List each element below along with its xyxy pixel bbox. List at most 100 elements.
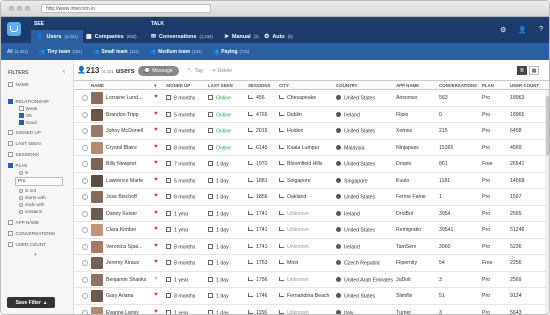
avatar[interactable] — [91, 158, 103, 170]
collapse-chevron-icon[interactable]: ‹ — [63, 69, 65, 75]
delete-button[interactable]: ✕ Delete — [212, 68, 232, 74]
row-select-radio[interactable] — [82, 95, 88, 101]
tab-auto[interactable]: ⚙ Auto (8) — [259, 30, 298, 43]
settings-gear-icon[interactable]: ⚙ — [500, 26, 506, 34]
avatar[interactable] — [91, 273, 103, 286]
filter-sessions[interactable]: Sessions — [8, 152, 39, 157]
tab-manual[interactable]: ➤ Manual (3) — [219, 30, 264, 43]
table-row[interactable]: Lawrence Marte ♥ 5 months 1 day 1881 Singapor… — [74, 173, 549, 189]
avatar[interactable] — [91, 257, 103, 269]
avatar[interactable] — [91, 306, 103, 314]
filter-checkbox[interactable] — [8, 141, 13, 146]
row-select-radio[interactable] — [82, 177, 88, 184]
help-question-icon[interactable]: ? — [539, 26, 543, 34]
user-name[interactable]: Jeremy Kiraus — [106, 260, 152, 266]
tag-button[interactable]: 🏷 Tag — [187, 68, 203, 74]
plan-op-ends-with[interactable]: ends with — [19, 202, 44, 207]
segment-small-team[interactable]: 👥 Small team (111) — [93, 49, 139, 55]
table-row[interactable]: Gary Ariana ♥ 8 months 1 day 1746 Fernandina … — [74, 288, 549, 305]
segment-medium-team[interactable]: 👥 Medium team (151) — [150, 49, 202, 55]
avatar[interactable] — [91, 191, 103, 203]
table-row[interactable]: Evanne Lansy ♥ 1 year 1 day 1156 Unknown Italy… — [74, 305, 549, 314]
filter-checkbox[interactable] — [8, 99, 13, 104]
user-name[interactable]: Danny Keiser — [106, 211, 152, 217]
filter-checkbox[interactable] — [8, 152, 13, 157]
table-row[interactable]: Veronica Spal... ♥ 8 months 1 day 1741 Unknow… — [74, 239, 549, 255]
plan-op-starts-with[interactable]: starts with — [19, 195, 46, 200]
user-name[interactable]: Clara Kimber — [106, 227, 152, 233]
message-button[interactable]: 💬 Message — [138, 66, 179, 76]
filter-checkbox[interactable] — [8, 130, 13, 135]
filter-checkbox[interactable] — [8, 82, 13, 87]
row-select-radio[interactable] — [82, 161, 88, 167]
col-last-seen[interactable]: Last seen — [208, 83, 233, 88]
option-checkbox[interactable] — [19, 106, 24, 111]
plan-value-input[interactable]: Pro — [15, 177, 63, 186]
row-select-radio[interactable] — [82, 309, 88, 314]
col-relationship-heart-icon[interactable]: ♥ — [154, 83, 157, 88]
filter-name[interactable]: Name — [8, 82, 29, 87]
list-view-icon[interactable]: ≣ — [517, 66, 527, 75]
col-city[interactable]: City — [279, 83, 289, 88]
grid-view-icon[interactable]: ▦ — [529, 66, 539, 75]
avatar[interactable] — [91, 141, 103, 154]
relationship-weak[interactable]: Weak — [19, 106, 37, 111]
user-name[interactable]: Gary Ariana — [106, 293, 152, 299]
avatar[interactable] — [91, 108, 103, 121]
window-minimize-dot[interactable] — [17, 6, 22, 11]
table-row[interactable]: Billy Newport ♥ 7 months 1 day 1970 Bloomfiel… — [74, 156, 549, 173]
filter-relationship[interactable]: Relationship — [8, 99, 49, 104]
avatar[interactable] — [91, 92, 103, 104]
row-select-radio[interactable] — [82, 276, 88, 283]
option-radio[interactable] — [19, 170, 23, 175]
account-user-icon[interactable]: 👤 — [518, 26, 527, 34]
segment-tiny-team[interactable]: 👥 Tiny team (151) — [39, 49, 82, 55]
option-checkbox[interactable] — [19, 120, 24, 125]
filter-checkbox[interactable] — [8, 220, 13, 225]
filter-app-name[interactable]: App name — [8, 220, 39, 225]
user-name[interactable]: Johny McDonell — [106, 128, 152, 134]
window-close-dot[interactable] — [9, 6, 14, 11]
address-bar[interactable]: http://www.intercom.io — [41, 4, 211, 13]
avatar[interactable] — [91, 125, 103, 137]
user-name[interactable]: Jose Bischoff — [106, 194, 152, 200]
avatar[interactable] — [91, 240, 103, 253]
window-maximize-dot[interactable] — [25, 6, 30, 11]
table-scrollbar[interactable] — [545, 90, 549, 314]
relationship-good[interactable]: Good — [19, 120, 37, 125]
col-country[interactable]: Country — [336, 83, 358, 88]
option-radio[interactable] — [19, 188, 23, 193]
row-select-radio[interactable] — [82, 144, 88, 151]
relationship-ok[interactable]: OK — [19, 113, 32, 118]
avatar[interactable] — [91, 290, 103, 302]
filter-conversations[interactable]: Conversations — [8, 231, 55, 236]
table-row[interactable]: Jose Bischoff ♥ 8 months 1 day 1856 Oakland Un… — [74, 189, 549, 206]
filter-checkbox[interactable] — [8, 231, 13, 236]
plan-op-is[interactable]: is — [19, 170, 28, 175]
table-row[interactable]: Lorraine Lund... ♥ 8 months Online 456 Chesap… — [74, 90, 549, 107]
row-select-radio[interactable] — [82, 293, 88, 299]
user-name[interactable]: Crystal Blaire — [106, 145, 152, 151]
table-row[interactable]: Benjamin Shanks ♥ 1 year 1 day 1756 Unknown Un… — [74, 272, 549, 288]
filter-checkbox[interactable] — [8, 163, 13, 168]
avatar[interactable] — [91, 224, 103, 236]
user-name[interactable]: Brandon Tripp — [106, 112, 152, 118]
filter-user-count[interactable]: User count — [8, 242, 46, 247]
table-row[interactable]: Johny McDonell ♥ 8 months Online 2015 Holden U… — [74, 123, 549, 140]
col-user-count[interactable]: User count — [510, 83, 539, 88]
user-name[interactable]: Veronica Spal... — [106, 244, 152, 250]
tab-conversations[interactable]: ✉ Conversations (1,234) — [146, 30, 218, 43]
option-checkbox[interactable] — [19, 113, 24, 118]
col-conversations[interactable]: Conversations — [439, 83, 477, 88]
table-row[interactable]: Crystal Blaire ♥ 8 months Online 6145 Kuala L… — [74, 140, 549, 156]
tab-users[interactable]: 👤 Users (4,321) — [31, 30, 83, 43]
user-name[interactable]: Lorraine Lund... — [106, 95, 152, 101]
scrollbar-thumb[interactable] — [546, 96, 549, 156]
col-sessions[interactable]: Sessions — [248, 83, 270, 88]
tab-companies[interactable]: ▦ Companies (932) — [81, 30, 142, 43]
more-chevron-down-icon[interactable]: ▾ — [34, 252, 37, 258]
user-name[interactable]: Lawrence Marte — [106, 178, 152, 184]
table-row[interactable]: Brandon Tripp ♥ 5 months Online 4765 Dublin Ir… — [74, 107, 549, 123]
row-select-radio[interactable] — [82, 260, 88, 266]
col-name[interactable]: Name — [91, 83, 104, 88]
